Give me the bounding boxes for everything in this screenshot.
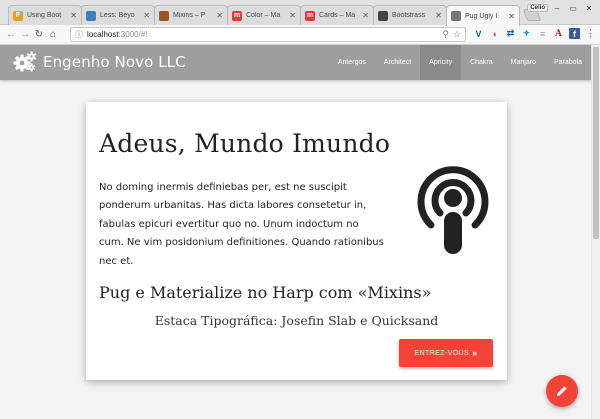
tab-title: Bootstrass: [392, 12, 426, 19]
card-title: Adeus, Mundo Imundo: [99, 129, 391, 158]
tab-title: Mixins – P: [173, 12, 206, 19]
tab-close-icon[interactable]: ✕: [508, 12, 515, 21]
browser-tab[interactable]: m Color – Ma ✕: [227, 5, 301, 25]
tab-favicon-icon: [451, 11, 461, 21]
info-icon[interactable]: ⓘ: [75, 29, 83, 40]
tab-favicon-icon: P: [13, 10, 23, 21]
minimize-icon[interactable]: –: [550, 2, 564, 14]
reload-icon[interactable]: ↻: [32, 28, 46, 42]
tab-title: Cards – Ma: [319, 12, 356, 19]
font-extension-icon[interactable]: A: [553, 28, 564, 39]
tab-title: Pug Ugly I: [465, 12, 498, 20]
browser-tab[interactable]: m Cards – Ma ✕: [300, 5, 374, 25]
browser-tab[interactable]: P Using Boot ✕: [8, 5, 82, 25]
gears-icon: [13, 51, 37, 72]
zoom-search-icon[interactable]: ⚲: [442, 29, 449, 40]
browser-menu-icon[interactable]: ⋮: [585, 28, 596, 39]
nav-item-chakra[interactable]: Chakra: [461, 45, 502, 80]
address-bar[interactable]: ⓘ localhost:3000/#! ⚲ ☆: [70, 27, 466, 42]
forward-icon[interactable]: →: [18, 28, 32, 42]
tab-close-icon[interactable]: ✕: [143, 11, 150, 20]
page-scrollbar[interactable]: [591, 45, 600, 419]
close-window-icon[interactable]: ✕: [582, 2, 596, 14]
tab-title: Using Boot: [27, 12, 62, 19]
tab-title: Color – Ma: [246, 12, 281, 19]
tab-favicon-icon: [378, 10, 388, 21]
cast-extension-icon[interactable]: ⇄: [505, 28, 516, 39]
floating-action-button[interactable]: [546, 375, 578, 407]
extension-icons: V ◖ ⇄ ✦ ≡ A f ⋮: [473, 28, 596, 39]
tab-close-icon[interactable]: ✕: [70, 11, 77, 20]
maximize-icon[interactable]: ▭: [566, 2, 580, 14]
home-icon[interactable]: ⌂: [46, 28, 60, 42]
site-menu: Antergos Architect Apricity Chakra Manjaro Pa…: [329, 45, 591, 80]
browser-tab[interactable]: Less: Beyo ✕: [81, 5, 155, 25]
podcast-icon: [417, 166, 489, 254]
browser-tab[interactable]: Bootstrass ✕: [373, 5, 447, 25]
entrez-vous-label: ENTREZ-VOUS: [414, 349, 470, 357]
profile-button[interactable]: Celio: [527, 4, 548, 12]
bookmark-star-icon[interactable]: ☆: [453, 29, 461, 40]
tab-title: Less: Beyo: [100, 12, 135, 19]
card-body-text: No doming inermis definiebas per, est ne…: [99, 182, 384, 267]
menu-lines-extension-icon[interactable]: ≡: [537, 28, 548, 39]
double-chevron-right-icon: »: [472, 348, 478, 358]
tab-favicon-icon: m: [305, 10, 315, 21]
vimium-extension-icon[interactable]: V: [473, 28, 484, 39]
back-icon[interactable]: ←: [4, 28, 18, 42]
tab-close-icon[interactable]: ✕: [289, 11, 296, 20]
tab-close-icon[interactable]: ✕: [435, 11, 442, 20]
brand-logo[interactable]: Engenho Novo LLC: [13, 51, 186, 73]
nav-item-parabola[interactable]: Parabola: [545, 45, 591, 80]
scrollbar-thumb[interactable]: [593, 47, 599, 239]
card-subtitle: Pug e Materialize no Harp com «Mixins»: [99, 283, 432, 302]
pencil-icon: [557, 386, 567, 396]
tab-close-icon[interactable]: ✕: [216, 11, 223, 20]
address-host: localhost: [87, 30, 119, 39]
brand-name: Engenho Novo LLC: [43, 53, 186, 71]
nav-item-architect[interactable]: Architect: [375, 45, 420, 80]
web-page: Engenho Novo LLC Antergos Architect Aprici…: [0, 45, 591, 419]
tab-favicon-icon: [159, 10, 169, 21]
nav-item-manjaro[interactable]: Manjaro: [502, 45, 545, 80]
site-navbar: Engenho Novo LLC Antergos Architect Aprici…: [0, 45, 591, 80]
browser-tab-strip: P Using Boot ✕ Less: Beyo ✕ Mixins – P ✕ m Color…: [0, 0, 600, 26]
window-controls: Celio – ▭ ✕: [527, 2, 596, 14]
facebook-extension-icon[interactable]: f: [569, 28, 580, 39]
nav-item-antergos[interactable]: Antergos: [329, 45, 375, 80]
entrez-vous-button[interactable]: ENTREZ-VOUS »: [399, 339, 493, 367]
twitter-extension-icon[interactable]: ✦: [521, 28, 532, 39]
content-card: Adeus, Mundo Imundo No doming inermis de…: [86, 102, 507, 380]
tab-favicon-icon: m: [232, 10, 242, 21]
browser-tab[interactable]: Pug Ugly I ✕: [446, 5, 520, 26]
browser-tab[interactable]: Mixins – P ✕: [154, 5, 228, 25]
tab-favicon-icon: [86, 10, 96, 21]
card-tagline: Estaca Tipográfica: Josefin Slab e Quick…: [154, 313, 439, 328]
address-path: :3000/#!: [118, 30, 148, 39]
browser-toolbar: ← → ↻ ⌂ ⓘ localhost:3000/#! ⚲ ☆ V ◖ ⇄ ✦ …: [0, 25, 600, 45]
nav-item-apricity[interactable]: Apricity: [420, 45, 462, 80]
pocket-extension-icon[interactable]: ◖: [489, 28, 500, 39]
tab-close-icon[interactable]: ✕: [362, 11, 369, 20]
